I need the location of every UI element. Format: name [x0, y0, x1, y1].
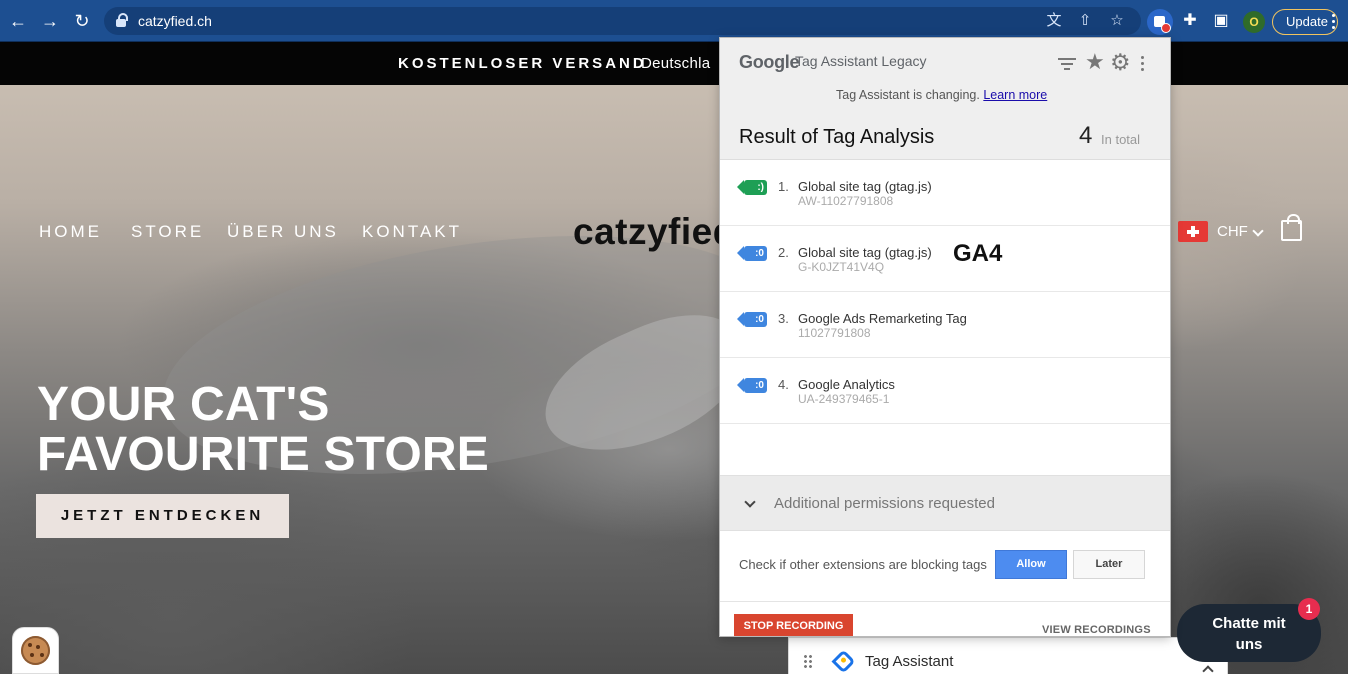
tag-name: Google Ads Remarketing Tag — [798, 311, 967, 326]
check-text: Check if other extensions are blocking t… — [739, 557, 987, 572]
nav-about[interactable]: ÜBER UNS — [227, 222, 339, 242]
tag-id: 11027791808 — [798, 326, 871, 340]
tag-index: 4. — [778, 377, 789, 392]
view-recordings-link[interactable]: VIEW RECORDINGS — [1042, 624, 1151, 636]
tag-icon: :0 — [737, 378, 767, 393]
tag-row[interactable]: :0 3. Google Ads Remarketing Tag 1102779… — [720, 292, 1170, 358]
currency-selector[interactable]: CHF — [1217, 223, 1248, 240]
allow-button[interactable]: Allow — [995, 550, 1067, 579]
tag-icon: :0 — [737, 312, 767, 327]
tag-name: Global site tag (gtag.js) — [798, 245, 932, 260]
profile-avatar[interactable]: O — [1243, 11, 1265, 33]
update-button[interactable]: Update — [1272, 9, 1338, 35]
drag-handle-icon[interactable] — [803, 654, 813, 668]
total-count: 4 — [1079, 122, 1093, 149]
chat-label-line-2: uns — [1235, 636, 1263, 653]
more-icon[interactable] — [1141, 56, 1145, 72]
tag-id: AW-11027791808 — [798, 194, 894, 208]
tag-id: UA-249379465-1 — [798, 392, 890, 406]
tag-assistant-popup: Google Tag Assistant Legacy ★ ⚙ Tag Assi… — [719, 37, 1171, 637]
hero-title-line-1: YOUR CAT'S — [37, 378, 330, 431]
tag-row[interactable]: :0 2. Global site tag (gtag.js) G-K0JZT4… — [720, 226, 1170, 292]
gear-icon[interactable]: ⚙ — [1110, 50, 1131, 74]
lock-icon — [116, 13, 128, 27]
tag-icon: :) — [737, 180, 767, 195]
announcement-bold: KOSTENLOSER VERSAND — [398, 55, 647, 72]
tag-row[interactable]: :) 1. Global site tag (gtag.js) AW-11027… — [720, 160, 1170, 226]
share-icon[interactable]: ⇧ — [1076, 12, 1094, 30]
tag-assistant-logo-icon — [831, 649, 856, 674]
forward-arrow-icon[interactable]: → — [40, 11, 60, 31]
nav-home[interactable]: HOME — [39, 222, 102, 242]
address-bar[interactable]: catzyfied.ch 文 ⇧ ☆ — [104, 7, 1141, 35]
url-text[interactable]: catzyfied.ch — [138, 13, 212, 29]
tag-index: 1. — [778, 179, 789, 194]
tag-name: Google Analytics — [798, 377, 895, 392]
reload-icon[interactable]: ↻ — [72, 11, 92, 31]
announcement-text: Deutschla — [641, 55, 711, 72]
chevron-up-icon[interactable] — [1202, 665, 1214, 674]
stop-recording-button[interactable]: STOP RECORDING — [734, 614, 853, 636]
learn-more-link[interactable]: Learn more — [983, 88, 1047, 102]
filter-icon[interactable] — [1058, 57, 1076, 73]
nav-store[interactable]: STORE — [131, 222, 204, 242]
chevron-down-icon[interactable] — [1252, 225, 1264, 237]
cookie-icon[interactable] — [12, 627, 59, 674]
product-name: Tag Assistant Legacy — [795, 53, 927, 69]
site-logo[interactable]: catzyfied — [573, 211, 736, 253]
cart-icon[interactable] — [1281, 214, 1302, 241]
puzzle-icon[interactable]: ✚ — [1180, 11, 1200, 31]
hero-cta-button[interactable]: JETZT ENTDECKEN — [36, 494, 289, 538]
hero-title-line-2: FAVOURITE STORE — [37, 428, 489, 481]
changing-notice: Tag Assistant is changing. Learn more — [836, 88, 1047, 102]
permissions-toggle[interactable]: Additional permissions requested — [720, 475, 1170, 531]
chevron-down-icon[interactable] — [744, 496, 756, 508]
translate-icon[interactable]: 文 — [1045, 12, 1063, 30]
page: ← → ↻ catzyfied.ch 文 ⇧ ☆ ✚ ▣ O Update KO… — [0, 0, 1348, 674]
later-button[interactable]: Later — [1073, 550, 1145, 579]
ga4-annotation: GA4 — [953, 240, 1003, 267]
bookmark-star-icon[interactable]: ☆ — [1108, 12, 1126, 30]
side-panel-icon[interactable]: ▣ — [1211, 11, 1231, 31]
hero-title: YOUR CAT'S FAVOURITE STORE — [37, 380, 489, 480]
permissions-text: Additional permissions requested — [774, 495, 995, 512]
chat-label-line-1: Chatte mit — [1212, 615, 1286, 632]
tag-id: G-K0JZT41V4Q — [798, 260, 885, 274]
google-wordmark: Google — [739, 52, 800, 72]
result-title: Result of Tag Analysis — [739, 126, 935, 148]
popup-footer: STOP RECORDING VIEW RECORDINGS — [720, 601, 1170, 636]
tag-name: Global site tag (gtag.js) — [798, 179, 932, 194]
kebab-icon[interactable] — [1332, 14, 1336, 32]
back-arrow-icon[interactable]: ← — [8, 11, 28, 31]
tag-assistant-bar[interactable]: Tag Assistant — [788, 637, 1228, 674]
nav-contact[interactable]: KONTAKT — [362, 222, 462, 242]
browser-toolbar: ← → ↻ catzyfied.ch 文 ⇧ ☆ ✚ ▣ O Update — [0, 0, 1348, 42]
tag-assistant-label: Tag Assistant — [865, 653, 954, 670]
tag-index: 2. — [778, 245, 789, 260]
chat-badge: 1 — [1298, 598, 1320, 620]
star-icon[interactable]: ★ — [1085, 51, 1105, 73]
changing-text: Tag Assistant is changing. — [836, 88, 980, 102]
swiss-flag-icon[interactable] — [1178, 221, 1208, 242]
tag-row[interactable]: :0 4. Google Analytics UA-249379465-1 — [720, 358, 1170, 424]
tag-assistant-extension-icon[interactable] — [1147, 9, 1173, 35]
popup-header: Google Tag Assistant Legacy ★ ⚙ Tag Assi… — [720, 38, 1170, 160]
tag-index: 3. — [778, 311, 789, 326]
total-label: In total — [1101, 132, 1141, 147]
tag-icon: :0 — [737, 246, 767, 261]
